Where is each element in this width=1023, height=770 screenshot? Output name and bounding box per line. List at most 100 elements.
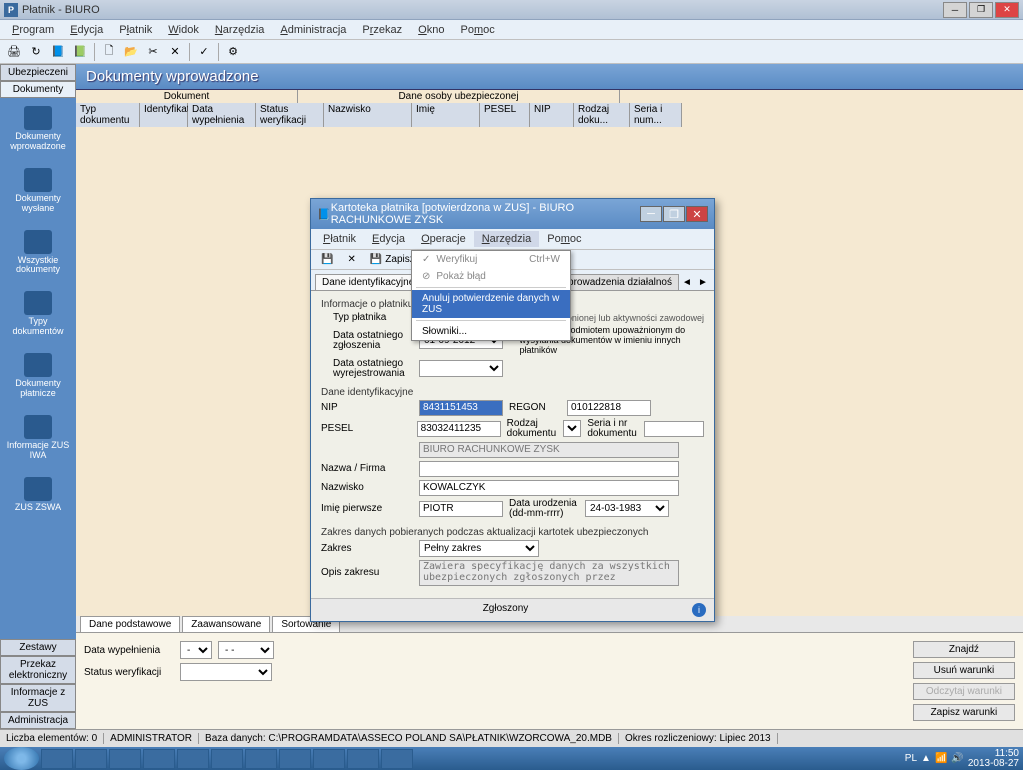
task-btn-4[interactable] (143, 749, 175, 769)
btn-zapisz[interactable]: Zapisz warunki (913, 704, 1015, 721)
menu-widok[interactable]: Widok (160, 22, 207, 38)
data-ur-select[interactable]: 24-03-1983 (585, 500, 669, 517)
menu-przekaz[interactable]: Przekaz (354, 22, 410, 38)
tray-flag-icon[interactable]: ▲ (921, 753, 931, 764)
sidebar-item-wprowadzone[interactable]: Dokumenty wprowadzone (0, 98, 76, 160)
sidebar-tab-dokumenty[interactable]: Dokumenty (0, 81, 76, 98)
tb-open-icon[interactable]: 📂 (121, 42, 141, 62)
tab-prev-icon[interactable]: ◄ (680, 277, 694, 288)
pesel-input[interactable] (417, 421, 501, 437)
sidebar-tab-przekaz[interactable]: Przekaz elektroniczny (0, 656, 76, 684)
btn-odczytaj[interactable]: Odczytaj warunki (913, 683, 1015, 700)
tray-lang[interactable]: PL (905, 753, 917, 764)
dropdown-slowniki[interactable]: Słowniki... (412, 323, 570, 340)
modal-menu-pomoc[interactable]: Pomoc (539, 231, 589, 247)
dropdown-weryfikuj[interactable]: ✓ Weryfikuj Ctrl+W (412, 251, 570, 268)
tb-import-icon[interactable]: 📗 (70, 42, 90, 62)
start-button[interactable] (4, 747, 39, 770)
nip-input[interactable] (419, 400, 503, 416)
tb-delete-icon[interactable]: ✕ (165, 42, 185, 62)
info-icon[interactable]: i (692, 603, 706, 617)
tb-new-icon[interactable]: 🗋 (99, 42, 119, 62)
col-seria[interactable]: Seria i num... (630, 103, 682, 127)
tb-filter-icon[interactable]: ⚙ (223, 42, 243, 62)
sidebar-item-platnicze[interactable]: Dokumenty płatnicze (0, 345, 76, 407)
menu-pomoc[interactable]: Pomoc (452, 22, 502, 38)
sidebar-tab-admin[interactable]: Administracja (0, 712, 76, 729)
task-btn-6[interactable] (211, 749, 243, 769)
regon-input[interactable] (567, 400, 651, 416)
menu-platnik[interactable]: Płatnik (111, 22, 160, 38)
data-wyr-select[interactable] (419, 360, 503, 377)
sidebar-item-zswa[interactable]: ZUS ZSWA (0, 469, 76, 521)
col-ident[interactable]: Identyfikat... (140, 103, 188, 127)
dropdown-anuluj[interactable]: Anuluj potwierdzenie danych w ZUS (412, 290, 570, 318)
col-pesel[interactable]: PESEL (480, 103, 530, 127)
btn-znajdz[interactable]: Znajdź (913, 641, 1015, 658)
menu-administracja[interactable]: Administracja (272, 22, 354, 38)
tray-net-icon[interactable]: 📶 (935, 753, 947, 764)
col-rodzaj[interactable]: Rodzaj doku... (574, 103, 630, 127)
seria-input[interactable] (644, 421, 704, 437)
filter-tab-zaawansowane[interactable]: Zaawansowane (182, 616, 270, 632)
sidebar-item-iwa[interactable]: Informacje ZUS IWA (0, 407, 76, 469)
tb-refresh-icon[interactable]: ↻ (26, 42, 46, 62)
task-btn-5[interactable] (177, 749, 209, 769)
menu-edycja[interactable]: Edycja (62, 22, 111, 38)
nazwisko-input[interactable] (419, 480, 679, 496)
col-nazwisko[interactable]: Nazwisko (324, 103, 412, 127)
col-nip[interactable]: NIP (530, 103, 574, 127)
sidebar-tab-ubezpieczeni[interactable]: Ubezpieczeni (0, 64, 76, 81)
tb-print-icon[interactable]: 🖨 (4, 42, 24, 62)
col-typ[interactable]: Typ dokumentu (76, 103, 140, 127)
task-btn-8[interactable] (279, 749, 311, 769)
col-imie[interactable]: Imię (412, 103, 480, 127)
modal-minimize[interactable]: ─ (640, 206, 662, 222)
modal-menu-platnik[interactable]: Płatnik (315, 231, 364, 247)
task-btn-7[interactable] (245, 749, 277, 769)
modal-close[interactable]: ✕ (686, 206, 708, 222)
rodzaj-select[interactable] (563, 420, 581, 437)
filter-date-sel2[interactable]: - - (218, 641, 274, 659)
maximize-button[interactable]: ❐ (969, 2, 993, 18)
menu-okno[interactable]: Okno (410, 22, 452, 38)
sidebar-item-wyslane[interactable]: Dokumenty wysłane (0, 160, 76, 222)
menu-narzedzia[interactable]: Narzędzia (207, 22, 273, 38)
filter-status-sel[interactable] (180, 663, 272, 681)
task-btn-2[interactable] (75, 749, 107, 769)
modal-tab-dane-id[interactable]: Dane identyfikacyjne (315, 274, 421, 290)
filter-date-sel1[interactable]: - - (180, 641, 212, 659)
task-btn-11[interactable] (381, 749, 413, 769)
modal-menu-operacje[interactable]: Operacje (413, 231, 474, 247)
filter-tab-podstawowe[interactable]: Dane podstawowe (80, 616, 180, 632)
modal-tb-save-icon[interactable]: 💾 (315, 252, 339, 267)
imie-input[interactable] (419, 501, 503, 517)
modal-tb-close-icon[interactable]: ✕ (341, 252, 361, 267)
sidebar-tab-info-zus[interactable]: Informacje z ZUS (0, 684, 76, 712)
col-data[interactable]: Data wypełnienia (188, 103, 256, 127)
sidebar-item-wszystkie[interactable]: Wszystkie dokumenty (0, 222, 76, 284)
tab-next-icon[interactable]: ► (696, 277, 710, 288)
tb-export-icon[interactable]: 📘 (48, 42, 68, 62)
tb-check-icon[interactable]: ✓ (194, 42, 214, 62)
tb-cut-icon[interactable]: ✂ (143, 42, 163, 62)
sidebar-tab-zestawy[interactable]: Zestawy (0, 639, 76, 656)
sidebar-item-typy[interactable]: Typy dokumentów (0, 283, 76, 345)
zakres-select[interactable]: Pełny zakres (419, 540, 539, 557)
menu-program[interactable]: Program (4, 22, 62, 38)
close-button[interactable]: ✕ (995, 2, 1019, 18)
tray-time[interactable]: 11:50 (968, 749, 1019, 759)
dropdown-pokaz-blad[interactable]: ⊘ Pokaż błąd (412, 268, 570, 285)
task-btn-3[interactable] (109, 749, 141, 769)
task-btn-10[interactable] (347, 749, 379, 769)
task-btn-1[interactable] (41, 749, 73, 769)
modal-menu-narzedzia[interactable]: Narzędzia (474, 231, 540, 247)
modal-maximize[interactable]: ❐ (663, 206, 685, 222)
nazwa-input[interactable] (419, 461, 679, 477)
tray-vol-icon[interactable]: 🔊 (951, 753, 963, 764)
btn-usun[interactable]: Usuń warunki (913, 662, 1015, 679)
col-status[interactable]: Status weryfikacji (256, 103, 324, 127)
minimize-button[interactable]: ─ (943, 2, 967, 18)
tray-date[interactable]: 2013-08-27 (968, 759, 1019, 769)
modal-menu-edycja[interactable]: Edycja (364, 231, 413, 247)
